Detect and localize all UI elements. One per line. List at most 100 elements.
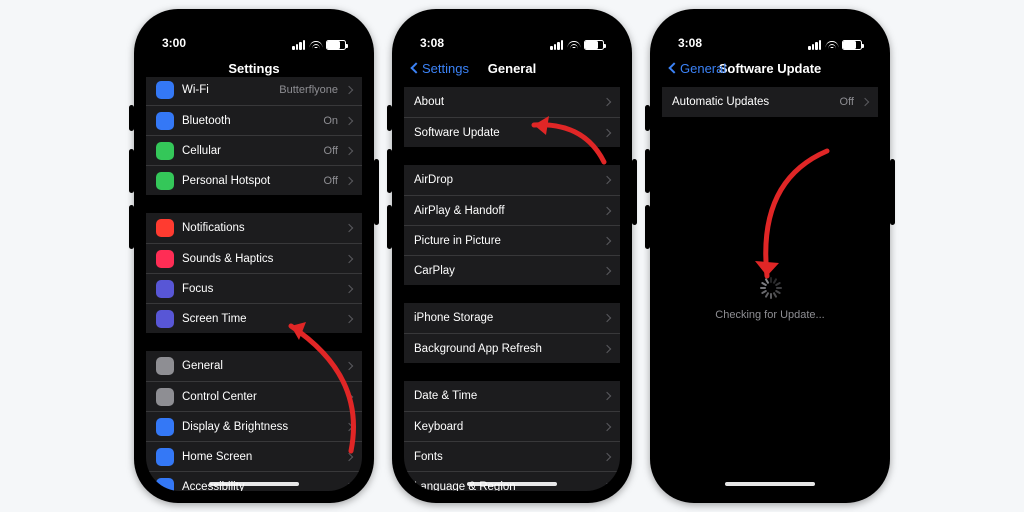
cell-icon (156, 142, 174, 160)
row-label: About (414, 96, 596, 108)
row-automatic-updates[interactable]: Automatic Updates Off (662, 87, 878, 117)
back-button[interactable]: Settings (412, 53, 469, 83)
chevron-right-icon (345, 314, 353, 322)
row-keyboard[interactable]: Keyboard (404, 411, 620, 441)
home-indicator[interactable] (467, 482, 557, 486)
row-cellular[interactable]: CellularOff (146, 135, 362, 165)
notch (717, 21, 823, 43)
row-label: Bluetooth (182, 115, 315, 127)
phone-settings: 3:00 Settings Wi-FiButterflyoneBluetooth… (134, 9, 374, 503)
row-focus[interactable]: Focus (146, 273, 362, 303)
silent-switch[interactable] (645, 105, 650, 131)
back-label: General (680, 61, 726, 76)
page-title: General (488, 61, 536, 76)
row-general[interactable]: General (146, 351, 362, 381)
row-software-update[interactable]: Software Update (404, 117, 620, 147)
row-airplay-handoff[interactable]: AirPlay & Handoff (404, 195, 620, 225)
software-update-content: Automatic Updates Off Checking for Updat… (662, 87, 878, 491)
volume-down-button[interactable] (645, 205, 650, 249)
wifi-icon (309, 41, 322, 50)
phone-software-update: 3:08 General Software Update Automatic U… (650, 9, 890, 503)
wifi-icon (567, 41, 580, 50)
battery-icon (326, 40, 346, 50)
row-iphone-storage[interactable]: iPhone Storage (404, 303, 620, 333)
row-picture-in-picture[interactable]: Picture in Picture (404, 225, 620, 255)
chevron-right-icon (345, 254, 353, 262)
row-background-app-refresh[interactable]: Background App Refresh (404, 333, 620, 363)
clock: 3:08 (678, 36, 702, 50)
notch (459, 21, 565, 43)
volume-down-button[interactable] (387, 205, 392, 249)
chevron-right-icon (345, 362, 353, 370)
row-label: Notifications (182, 222, 338, 234)
chevron-right-icon (345, 284, 353, 292)
row-bluetooth[interactable]: BluetoothOn (146, 105, 362, 135)
phone-general: 3:08 Settings General AboutSoftware Upda… (392, 9, 632, 503)
row-personal-hotspot[interactable]: Personal HotspotOff (146, 165, 362, 195)
chevron-right-icon (861, 98, 869, 106)
row-home-screen[interactable]: Home Screen (146, 441, 362, 471)
settings-group: AirDrop AirPlay & Handoff Picture in Pictu… (404, 165, 620, 285)
chevron-left-icon (668, 62, 679, 73)
row-value: Off (324, 175, 338, 187)
notch (201, 21, 307, 43)
volume-down-button[interactable] (129, 205, 134, 249)
row-control-center[interactable]: Control Center (146, 381, 362, 411)
chevron-right-icon (603, 176, 611, 184)
st-icon (156, 310, 174, 328)
row-label: Keyboard (414, 421, 596, 433)
row-screen-time[interactable]: Screen Time (146, 303, 362, 333)
chevron-right-icon (603, 392, 611, 400)
row-value: Off (324, 145, 338, 157)
row-label: Background App Refresh (414, 343, 596, 355)
chevron-right-icon (603, 266, 611, 274)
nav-bar: General Software Update (662, 53, 878, 83)
power-button[interactable] (374, 159, 379, 225)
row-fonts[interactable]: Fonts (404, 441, 620, 471)
screen: 3:08 General Software Update Automatic U… (662, 21, 878, 491)
row-label: CarPlay (414, 265, 596, 277)
status-text: Checking for Update... (662, 309, 878, 321)
row-carplay[interactable]: CarPlay (404, 255, 620, 285)
row-airdrop[interactable]: AirDrop (404, 165, 620, 195)
home-indicator[interactable] (725, 482, 815, 486)
row-label: Date & Time (414, 390, 596, 402)
row-value: Butterflyone (279, 84, 338, 96)
general-list[interactable]: About Software Update AirDrop AirPlay & Han… (404, 87, 620, 491)
chevron-right-icon (345, 86, 353, 94)
row-wi-fi[interactable]: Wi-Fi Butterflyone (146, 77, 362, 105)
chevron-right-icon (345, 224, 353, 232)
silent-switch[interactable] (129, 105, 134, 131)
row-display-brightness[interactable]: Display & Brightness (146, 411, 362, 441)
settings-list[interactable]: Wi-Fi Butterflyone BluetoothOnCellularOffP… (146, 77, 362, 491)
row-about[interactable]: About (404, 87, 620, 117)
volume-up-button[interactable] (129, 149, 134, 193)
row-language-region[interactable]: Language & Region (404, 471, 620, 491)
row-label: AirDrop (414, 174, 596, 186)
power-button[interactable] (890, 159, 895, 225)
volume-up-button[interactable] (387, 149, 392, 193)
chevron-left-icon (410, 62, 421, 73)
row-label: Wi-Fi (182, 84, 271, 96)
back-button[interactable]: General (670, 53, 726, 83)
nav-bar: Settings General (404, 53, 620, 83)
row-date-time[interactable]: Date & Time (404, 381, 620, 411)
row-sounds-haptics[interactable]: Sounds & Haptics (146, 243, 362, 273)
row-accessibility[interactable]: Accessibility (146, 471, 362, 491)
volume-up-button[interactable] (645, 149, 650, 193)
silent-switch[interactable] (387, 105, 392, 131)
power-button[interactable] (632, 159, 637, 225)
screen: 3:00 Settings Wi-FiButterflyoneBluetooth… (146, 21, 362, 491)
row-label: Sounds & Haptics (182, 253, 338, 265)
row-label: Picture in Picture (414, 235, 596, 247)
row-notifications[interactable]: Notifications (146, 213, 362, 243)
chevron-right-icon (603, 344, 611, 352)
screen: 3:08 Settings General AboutSoftware Upda… (404, 21, 620, 491)
chevron-right-icon (345, 452, 353, 460)
gen-icon (156, 357, 174, 375)
row-label: AirPlay & Handoff (414, 205, 596, 217)
chevron-right-icon (603, 206, 611, 214)
home-indicator[interactable] (209, 482, 299, 486)
battery-icon (584, 40, 604, 50)
chevron-right-icon (603, 98, 611, 106)
